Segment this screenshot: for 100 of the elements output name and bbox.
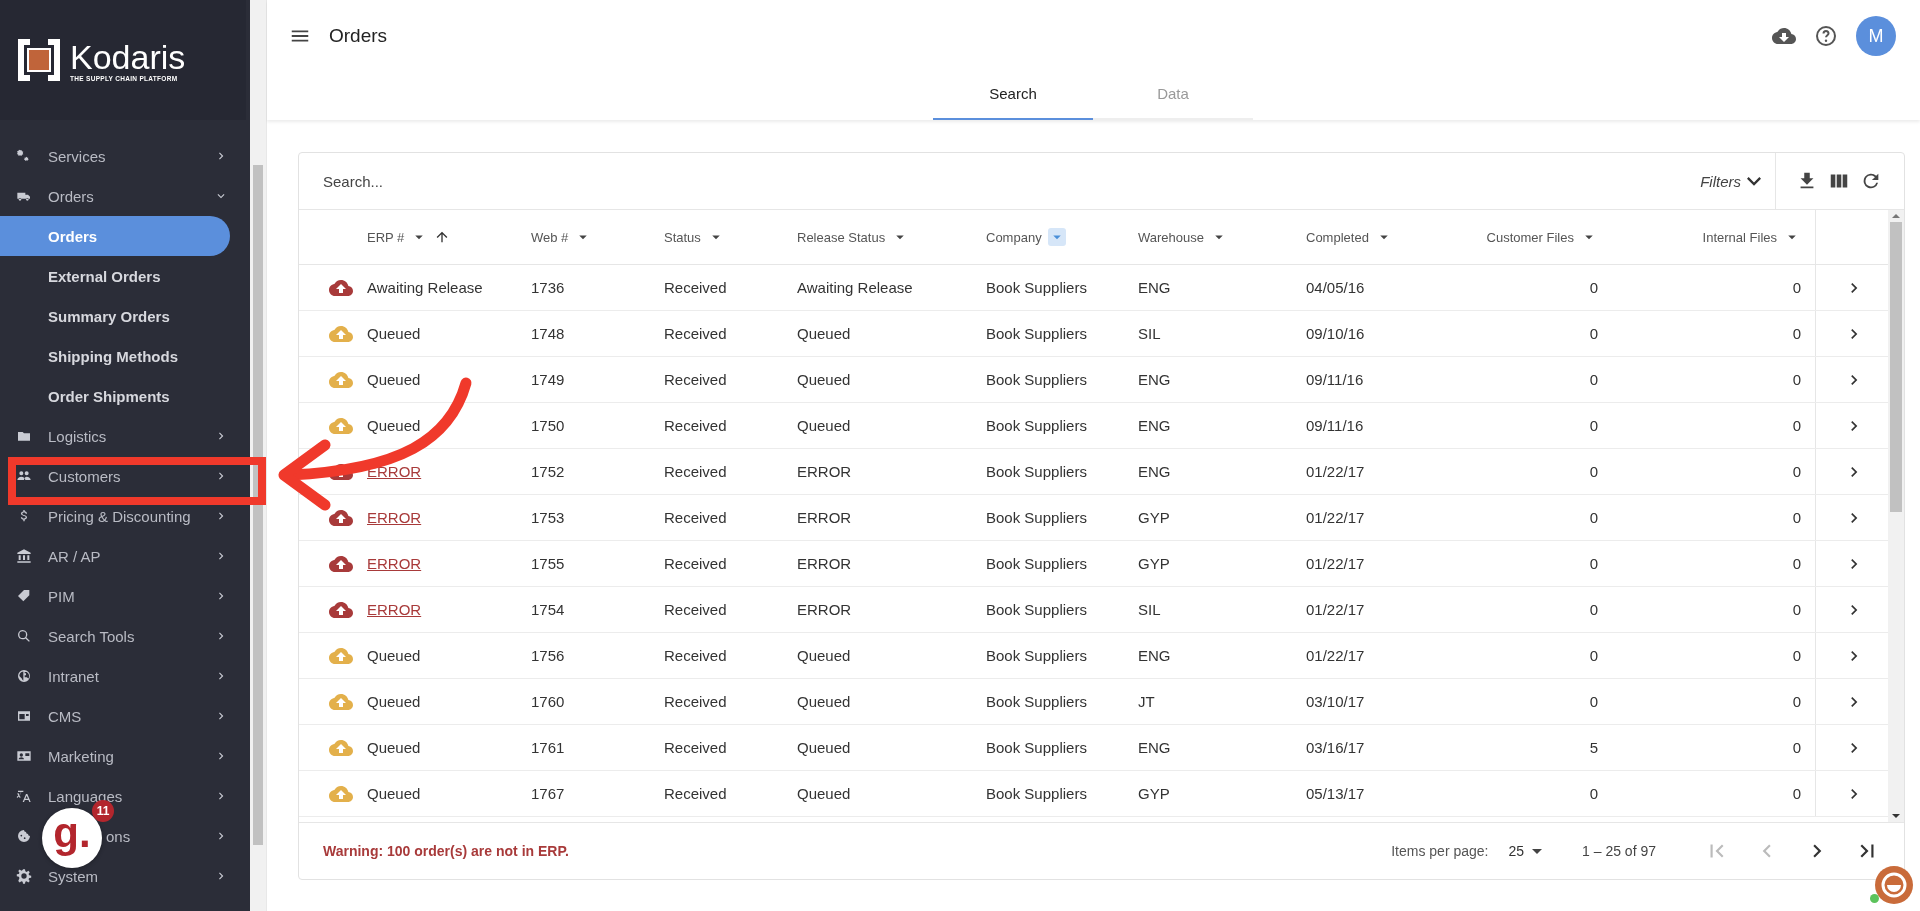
table-cell: Received <box>664 463 727 480</box>
table-cell: 1754 <box>531 601 565 618</box>
table-cell: 1760 <box>531 693 565 710</box>
cookie-icon <box>16 828 32 844</box>
gear-icon <box>16 868 32 884</box>
table-cell: 0 <box>1792 555 1801 572</box>
items-per-page-select[interactable]: 25 <box>1508 843 1543 859</box>
column-header[interactable]: ERP # <box>363 210 527 264</box>
table-cell: Book Suppliers <box>986 693 1087 710</box>
column-header[interactable]: Completed <box>1302 210 1442 264</box>
sidebar-subitem[interactable]: Shipping Methods <box>0 336 230 376</box>
table-cell: Book Suppliers <box>986 279 1087 296</box>
table-cell: Book Suppliers <box>986 555 1087 572</box>
table-cell: Received <box>664 325 727 342</box>
table-cell: 1761 <box>531 739 565 756</box>
sidebar-item[interactable]: Customers <box>48 467 121 485</box>
column-header[interactable]: Company <box>982 210 1134 264</box>
column-header[interactable]: Web # <box>527 210 660 264</box>
table-cell: Received <box>664 739 727 756</box>
page-range: 1 – 25 of 97 <box>1582 843 1656 859</box>
table-cell: GYP <box>1138 555 1170 572</box>
table-cell: Queued <box>797 693 851 710</box>
table-cell: Queued <box>367 417 421 434</box>
column-header[interactable]: Warehouse <box>1134 210 1302 264</box>
scrollbar[interactable] <box>250 0 266 911</box>
table-cell: Queued <box>367 371 421 388</box>
sidebar-item[interactable]: Pricing & Discounting <box>48 507 191 525</box>
table-cell: Book Suppliers <box>986 647 1087 664</box>
sidebar-item[interactable]: CMS <box>48 707 82 725</box>
sidebar-item[interactable]: System <box>48 867 98 885</box>
table-cell: 0 <box>1792 279 1801 296</box>
table-cell: Queued <box>367 693 421 710</box>
table-cell: ERROR <box>797 509 852 526</box>
sidebar-subitem[interactable]: External Orders <box>0 256 230 296</box>
dropdown-caret-icon <box>1532 848 1543 854</box>
table-cell: Queued <box>797 417 851 434</box>
table-cell: 01/22/17 <box>1306 509 1365 526</box>
sidebar-item[interactable]: ons <box>106 827 131 845</box>
table-cell: ENG <box>1138 647 1171 664</box>
brand-name: Kodaris <box>70 38 186 75</box>
table-cell: 01/22/17 <box>1306 647 1365 664</box>
warning-text: Warning: 100 order(s) are not in ERP. <box>323 843 569 859</box>
sidebar-subitem[interactable]: Summary Orders <box>0 296 230 336</box>
error-link[interactable]: ERROR <box>367 509 422 526</box>
search-field[interactable]: Search... <box>299 161 1701 201</box>
page-title: Orders <box>329 25 388 47</box>
table-cell: 1767 <box>531 785 565 802</box>
table-cell: Queued <box>797 647 851 664</box>
scroll-up-icon[interactable] <box>1892 214 1900 218</box>
table-cell: Book Suppliers <box>986 601 1087 618</box>
sort-caret-icon[interactable] <box>1047 228 1066 246</box>
column-header[interactable]: Customer Files <box>1442 210 1612 264</box>
table-cell: 0 <box>1589 463 1598 480</box>
scroll-down-icon[interactable] <box>1892 814 1900 818</box>
sidebar-item[interactable]: Services <box>48 147 106 165</box>
sidebar-item[interactable]: PIM <box>48 587 75 605</box>
table-cell: Received <box>664 279 727 296</box>
help-icon[interactable] <box>1814 24 1838 48</box>
table-cell: ERROR <box>797 601 852 618</box>
table-cell: Book Suppliers <box>986 463 1087 480</box>
table-cell: 04/05/16 <box>1306 279 1365 296</box>
tag-icon <box>16 588 32 604</box>
table-cell: 1756 <box>531 647 565 664</box>
table-cell: Queued <box>797 371 851 388</box>
sidebar-item[interactable]: Marketing <box>48 747 114 765</box>
table-cell: ENG <box>1138 417 1171 434</box>
sidebar-item[interactable]: Logistics <box>48 427 107 445</box>
table-cell: SIL <box>1138 325 1161 342</box>
items-per-page-label: Items per page: <box>1391 843 1489 859</box>
error-link[interactable]: ERROR <box>367 555 422 572</box>
table-cell: 0 <box>1589 693 1598 710</box>
table-cell: 09/11/16 <box>1306 417 1364 434</box>
table-cell: Book Suppliers <box>986 739 1087 756</box>
sidebar-item[interactable]: AR / AP <box>48 547 101 565</box>
table-cell: 0 <box>1792 785 1801 802</box>
sidebar-item[interactable]: Intranet <box>48 667 99 685</box>
table-cell: Received <box>664 693 727 710</box>
error-link[interactable]: ERROR <box>367 601 422 618</box>
table-cell: 1736 <box>531 279 565 296</box>
scrollbar[interactable] <box>1888 210 1904 822</box>
tab[interactable]: Search <box>933 78 1093 120</box>
table-cell: 0 <box>1792 371 1801 388</box>
column-header[interactable]: Status <box>660 210 793 264</box>
table-cell: 0 <box>1589 601 1598 618</box>
filters-dropdown[interactable]: Filters <box>1700 153 1776 209</box>
table-cell: Queued <box>797 785 851 802</box>
table-cell: 03/10/17 <box>1306 693 1365 710</box>
table-cell: 01/22/17 <box>1306 555 1365 572</box>
column-header[interactable]: Release Status <box>793 210 982 264</box>
table-cell: 0 <box>1792 693 1801 710</box>
table-cell: 1752 <box>531 463 565 480</box>
table-cell: Queued <box>797 325 851 342</box>
table-cell: 03/16/17 <box>1306 739 1365 756</box>
sidebar-item[interactable]: Search Tools <box>48 627 135 645</box>
table-cell: 01/22/17 <box>1306 463 1365 480</box>
column-header[interactable]: Internal Files <box>1612 210 1815 264</box>
sidebar-subitem[interactable]: Order Shipments <box>0 376 230 416</box>
table-cell: Received <box>664 371 727 388</box>
sidebar-item[interactable]: Orders <box>48 187 94 205</box>
table-cell: 05/13/17 <box>1306 785 1365 802</box>
